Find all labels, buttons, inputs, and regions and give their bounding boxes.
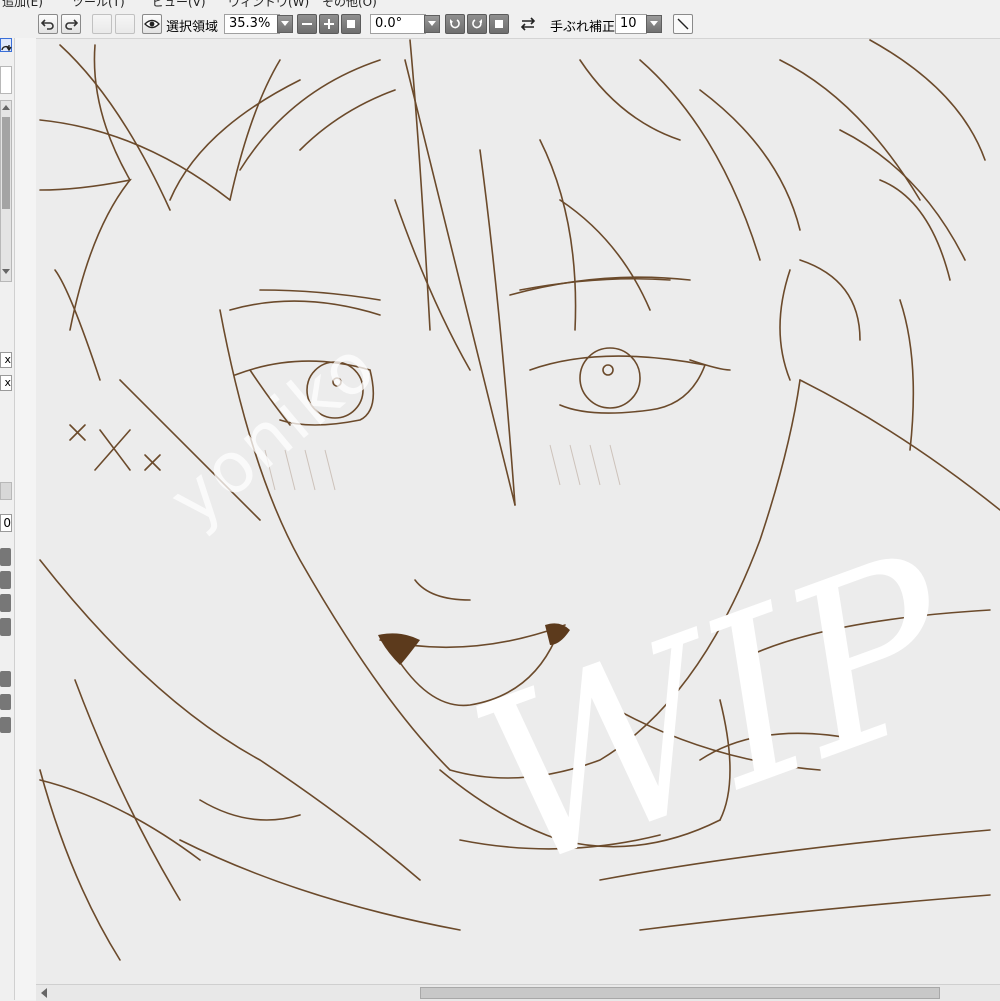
- chevron-up-icon[interactable]: [2, 104, 10, 110]
- panel-dropdown-1[interactable]: [0, 671, 11, 687]
- zoom-dropdown-button[interactable]: [277, 15, 293, 33]
- zoom-reset-button[interactable]: [341, 14, 361, 34]
- close-button-2[interactable]: x: [0, 375, 12, 391]
- zoom-field[interactable]: 35.3%: [224, 14, 280, 34]
- panel-dropdown-3[interactable]: [0, 717, 11, 733]
- canvas-margin: [15, 38, 36, 1000]
- rotate-right-button[interactable]: [467, 14, 487, 34]
- menu-item-window[interactable]: ウィンドウ(W): [228, 0, 309, 10]
- menu-item-other[interactable]: その他(O): [322, 0, 377, 10]
- rotation-dropdown-button[interactable]: [424, 15, 440, 33]
- redo-icon: [65, 19, 78, 30]
- menu-item-view[interactable]: ビュー(V): [152, 0, 206, 10]
- rotation-field[interactable]: 0.0°: [370, 14, 426, 34]
- menu-item-add[interactable]: 追加(E): [2, 0, 43, 10]
- selection-label: 選択領域: [166, 20, 219, 35]
- menu-item-tools[interactable]: ツール(T): [72, 0, 125, 10]
- vertical-scrollbar[interactable]: [0, 100, 12, 282]
- swap-arrow-icon[interactable]: [0, 42, 12, 60]
- square-icon: [495, 20, 503, 28]
- redo-button[interactable]: [61, 14, 81, 34]
- chevron-down-icon[interactable]: [2, 269, 10, 275]
- horizontal-scrollbar-thumb[interactable]: [420, 987, 940, 999]
- rotate-left-icon: [450, 19, 460, 29]
- chevron-down-icon: [650, 21, 658, 26]
- diagonal-line-icon: [677, 18, 689, 30]
- rotate-right-icon: [472, 19, 482, 29]
- zoom-out-button[interactable]: [297, 14, 317, 34]
- drawing-canvas[interactable]: yoniko WIP: [36, 39, 1000, 984]
- horizontal-scrollbar[interactable]: [36, 984, 1000, 1001]
- panel-dark-button-4[interactable]: [0, 618, 11, 636]
- undo-icon: [41, 19, 54, 30]
- left-tool-panel: x x 0: [0, 38, 15, 1000]
- color-box[interactable]: [0, 66, 12, 94]
- canvas-toolbar: 選択領域 35.3% 0.0° 手ぶれ補正 10: [0, 10, 1000, 39]
- panel-button[interactable]: [0, 482, 12, 500]
- square-icon: [347, 20, 355, 28]
- panel-dark-button-1[interactable]: [0, 548, 11, 566]
- flip-horizontal-button[interactable]: [518, 14, 538, 34]
- undo-button[interactable]: [38, 14, 58, 34]
- rotation-reset-button[interactable]: [489, 14, 509, 34]
- zoom-in-button[interactable]: [319, 14, 339, 34]
- panel-dropdown-2[interactable]: [0, 694, 11, 710]
- menu-bar: 追加(E) ツール(T) ビュー(V) ウィンドウ(W) その他(O): [0, 0, 1000, 10]
- scrollbar-thumb[interactable]: [2, 117, 10, 209]
- stabilizer-dropdown-button[interactable]: [646, 15, 662, 33]
- stabilizer-field[interactable]: 10: [615, 14, 647, 34]
- chevron-left-icon[interactable]: [40, 988, 48, 998]
- invert-selection-button[interactable]: [115, 14, 135, 34]
- eye-icon: [144, 19, 160, 29]
- line-tool-button[interactable]: [673, 14, 693, 34]
- chevron-down-icon: [281, 21, 289, 26]
- close-button-1[interactable]: x: [0, 352, 12, 368]
- rotate-left-button[interactable]: [445, 14, 465, 34]
- stabilizer-label: 手ぶれ補正: [550, 20, 616, 35]
- minus-icon: [302, 23, 312, 25]
- panel-dark-button-3[interactable]: [0, 594, 11, 612]
- deselect-button[interactable]: [92, 14, 112, 34]
- chevron-down-icon: [428, 21, 436, 26]
- flip-arrows-icon: [520, 17, 536, 31]
- plus-icon: [324, 19, 334, 29]
- number-field[interactable]: 0: [0, 514, 12, 532]
- panel-dark-button-2[interactable]: [0, 571, 11, 589]
- show-selection-button[interactable]: [142, 14, 162, 34]
